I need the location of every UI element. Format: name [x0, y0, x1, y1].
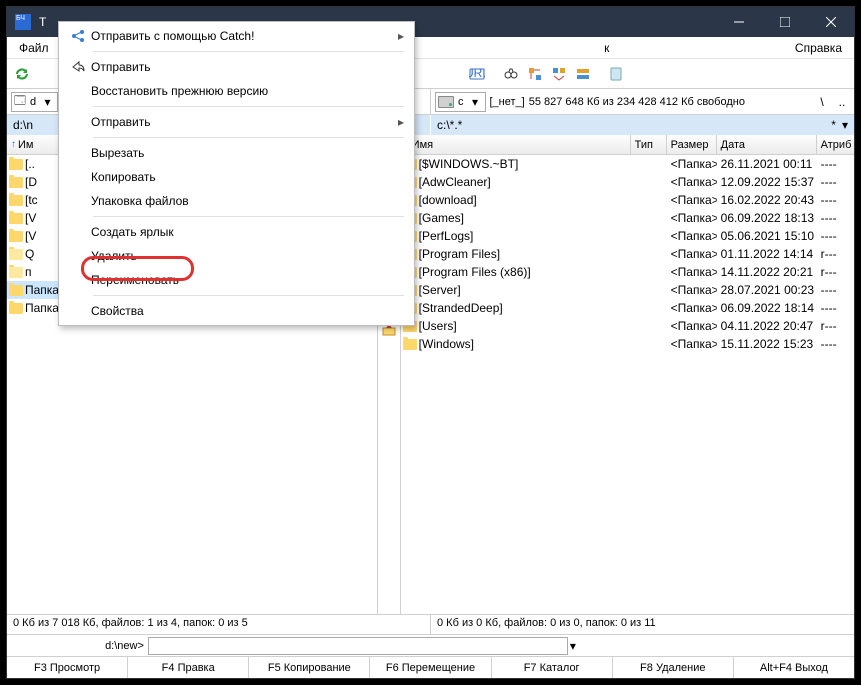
up-button[interactable]: ..: [834, 95, 850, 109]
list-item[interactable]: [PerfLogs] <Папка> 05.06.2021 15:10 ----: [401, 227, 855, 245]
status-row: 0 Кб из 7 018 Кб, файлов: 1 из 4, папок:…: [7, 614, 854, 634]
status-left: 0 Кб из 7 018 Кб, файлов: 1 из 4, папок:…: [7, 615, 431, 634]
drive-icon: [438, 96, 454, 108]
fkey-button[interactable]: F8 Удаление: [613, 657, 734, 678]
tool1-icon[interactable]: [524, 63, 546, 85]
path-right[interactable]: c:\*.*: [437, 118, 831, 132]
ctx-properties[interactable]: Свойства: [61, 299, 412, 323]
chevron-right-icon: ▸: [394, 115, 404, 129]
fkeys-bar: F3 ПросмотрF4 ПравкаF5 КопированиеF6 Пер…: [7, 656, 854, 678]
drive-label-right: [_нет_]: [490, 96, 525, 108]
col-name[interactable]: Имя: [401, 135, 631, 154]
root-button[interactable]: \: [814, 95, 830, 109]
tool4-icon[interactable]: [606, 63, 628, 85]
share-icon: [65, 59, 91, 75]
fkey-button[interactable]: Alt+F4 Выход: [734, 657, 854, 678]
tool3-icon[interactable]: [572, 63, 594, 85]
minimize-button[interactable]: [716, 7, 762, 37]
list-item[interactable]: [Program Files] <Папка> 01.11.2022 14:14…: [401, 245, 855, 263]
fkey-button[interactable]: F5 Копирование: [249, 657, 370, 678]
drive-free-right: 55 827 648 Кб из 234 428 412 Кб свободно: [529, 96, 810, 108]
ctx-restore[interactable]: Восстановить прежнюю версию: [61, 79, 412, 103]
tool2-icon[interactable]: [548, 63, 570, 85]
list-item[interactable]: [download] <Папка> 16.02.2022 20:43 ----: [401, 191, 855, 209]
menu-mid[interactable]: к: [596, 39, 617, 57]
menu-file[interactable]: Файл: [11, 39, 57, 57]
ctx-delete[interactable]: Удалить: [61, 244, 412, 268]
dropdown-icon: ▾: [40, 95, 55, 109]
list-item[interactable]: [Users] <Папка> 04.11.2022 20:47 r---: [401, 317, 855, 335]
ctx-send-to[interactable]: Отправить ▸: [61, 110, 412, 134]
fkey-button[interactable]: F4 Правка: [128, 657, 249, 678]
ctx-shortcut[interactable]: Создать ярлык: [61, 220, 412, 244]
star-icon[interactable]: *: [831, 118, 836, 132]
fkey-button[interactable]: F6 Перемещение: [370, 657, 491, 678]
refresh-icon[interactable]: [11, 63, 33, 85]
ctx-cut[interactable]: Вырезать: [61, 141, 412, 165]
maximize-button[interactable]: [762, 7, 808, 37]
ctx-pack[interactable]: Упаковка файлов: [61, 189, 412, 213]
cmdline-input[interactable]: [148, 637, 568, 655]
chevron-down-icon[interactable]: ▾: [570, 639, 576, 653]
list-item[interactable]: [Server] <Папка> 28.07.2021 00:23 ----: [401, 281, 855, 299]
list-item[interactable]: [AdwCleaner] <Папка> 12.09.2022 15:37 --…: [401, 173, 855, 191]
fkey-button[interactable]: F3 Просмотр: [7, 657, 128, 678]
ctx-send-catch[interactable]: Отправить с помощью Catch! ▸: [61, 24, 412, 48]
dropdown-icon: ▾: [468, 95, 483, 109]
cmdline-label: d:\new>: [105, 640, 144, 652]
col-type[interactable]: Тип: [631, 135, 667, 154]
right-panel: Имя Тип Размер Дата Атриб [$WINDOWS.~BT]…: [401, 135, 855, 614]
list-item[interactable]: [Games] <Папка> 06.09.2022 18:13 ----: [401, 209, 855, 227]
col-date[interactable]: Дата: [717, 135, 817, 154]
list-item[interactable]: [$WINDOWS.~BT] <Папка> 26.11.2021 00:11 …: [401, 155, 855, 173]
drive-letter-right: c: [458, 96, 464, 108]
status-right: 0 Кб из 0 Кб, файлов: 0 из 0, папок: 0 и…: [431, 615, 854, 634]
chevron-right-icon: ▸: [394, 29, 404, 43]
share-icon: [65, 28, 91, 44]
list-item[interactable]: [StrandedDeep] <Папка> 06.09.2022 18:14 …: [401, 299, 855, 317]
list-item[interactable]: [Program Files (x86)] <Папка> 14.11.2022…: [401, 263, 855, 281]
chevron-down-icon[interactable]: ▾: [842, 118, 848, 132]
url-icon[interactable]: URL: [466, 63, 488, 85]
col-size[interactable]: Размер: [667, 135, 717, 154]
binoculars-icon[interactable]: [500, 63, 522, 85]
col-attr[interactable]: Атриб: [817, 135, 855, 154]
svg-text:URL: URL: [469, 66, 485, 80]
context-menu: Отправить с помощью Catch! ▸ Отправить В…: [58, 21, 415, 326]
right-columns: Имя Тип Размер Дата Атриб: [401, 135, 855, 155]
right-filelist[interactable]: [$WINDOWS.~BT] <Папка> 26.11.2021 00:11 …: [401, 155, 855, 614]
drive-select-right[interactable]: c ▾: [435, 92, 486, 112]
app-icon: [15, 14, 31, 30]
close-button[interactable]: [808, 7, 854, 37]
drive-select-left[interactable]: 🗔 d ▾: [11, 92, 58, 112]
command-line: d:\new> ▾: [7, 634, 854, 656]
ctx-rename[interactable]: Переименовать: [61, 268, 412, 292]
list-item[interactable]: [Windows] <Папка> 15.11.2022 15:23 ----: [401, 335, 855, 353]
fkey-button[interactable]: F7 Каталог: [492, 657, 613, 678]
drive-letter-left: d: [30, 96, 36, 108]
ctx-copy[interactable]: Копировать: [61, 165, 412, 189]
ctx-send[interactable]: Отправить: [61, 55, 412, 79]
menu-help[interactable]: Справка: [787, 39, 850, 57]
app-window: T Файл к Справка URL 🗔 d: [6, 6, 855, 679]
